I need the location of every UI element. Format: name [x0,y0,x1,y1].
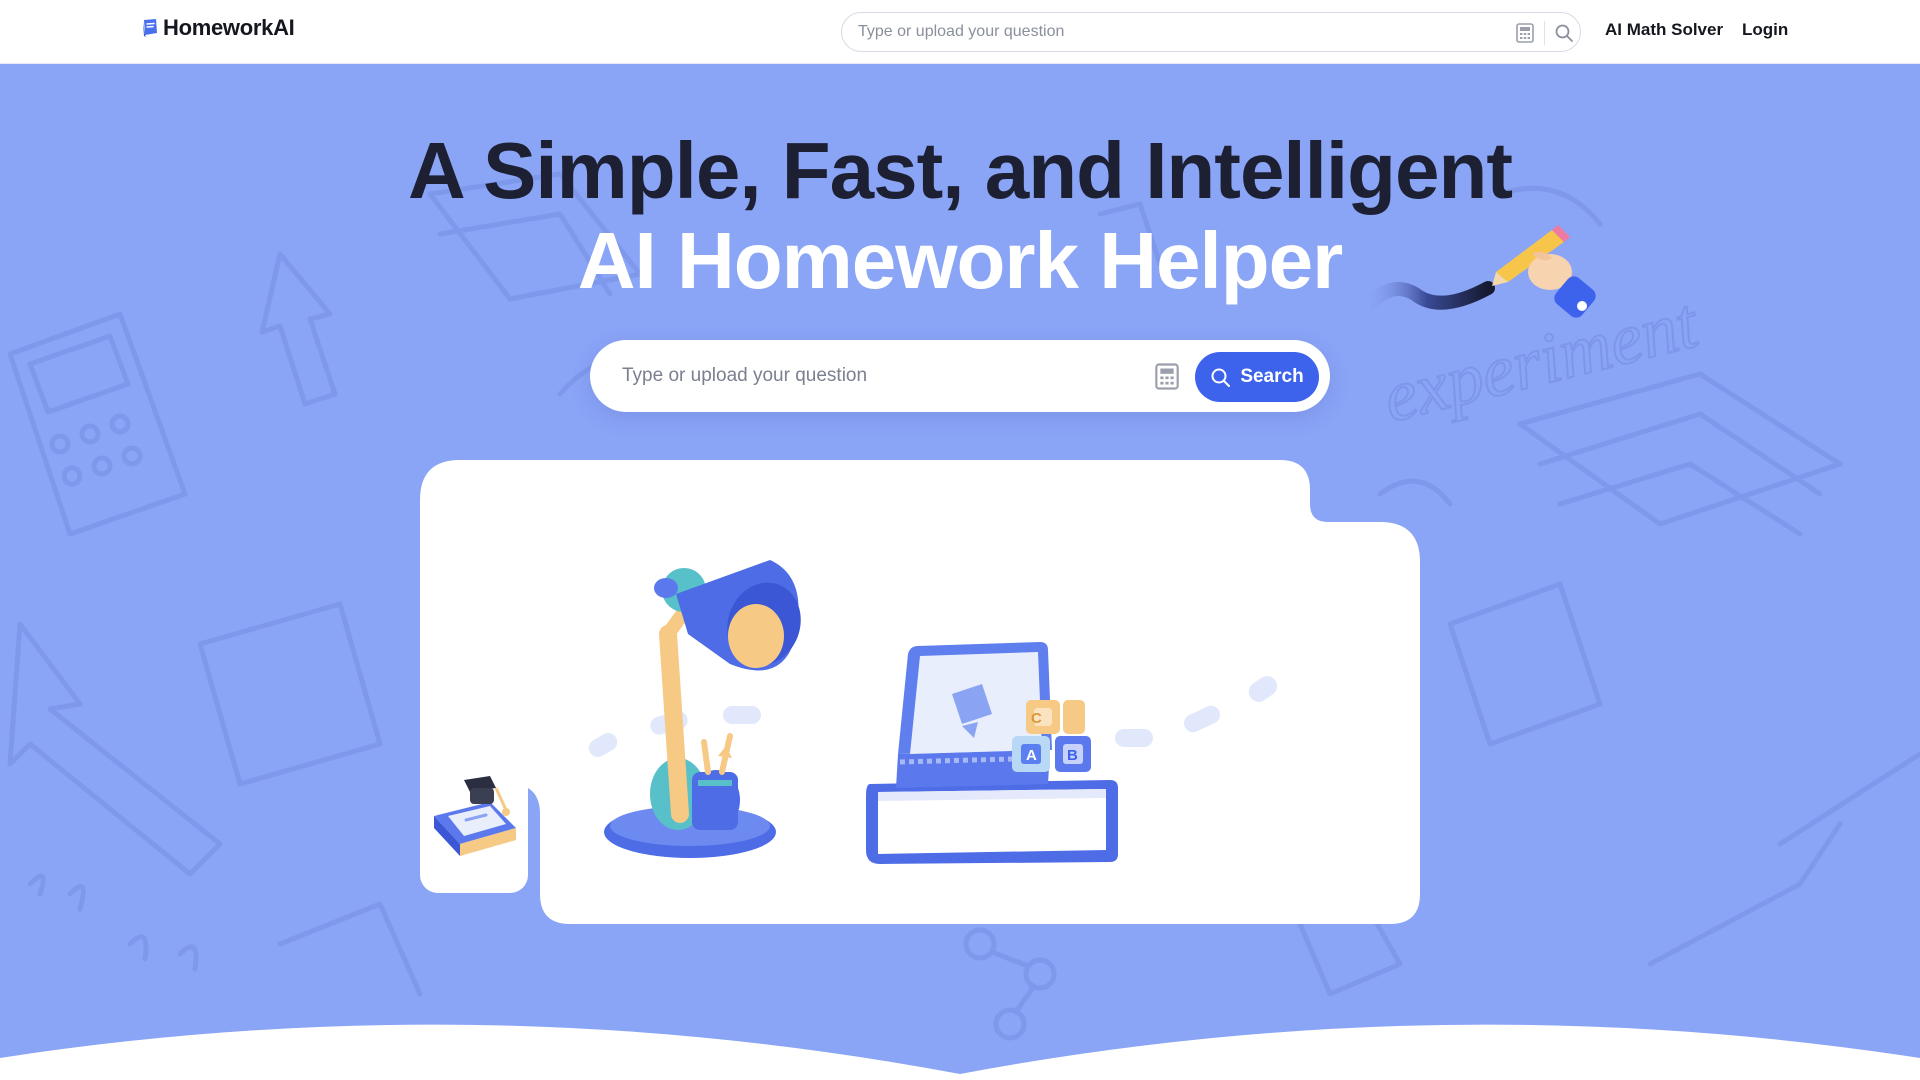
nav-search-bar [841,12,1581,52]
svg-text:C: C [1031,710,1042,727]
logo-text: HomeworkAI [163,15,295,40]
top-nav: HomeworkAI AI Math Solver Login [0,0,1920,64]
svg-text:A: A [1026,747,1037,764]
login-link[interactable]: Login [1742,20,1788,40]
logo[interactable]: HomeworkAI [141,15,295,41]
nav-link-ai-math-solver[interactable]: AI Math Solver [1605,20,1723,40]
book-icon [143,19,157,37]
thumbnail-card[interactable] [420,732,528,893]
graduation-book-icon [434,776,516,856]
bottom-wave [0,1024,1920,1080]
calculator-icon[interactable] [1516,23,1534,43]
search-icon[interactable] [1554,23,1574,43]
study-desk-illustration: C A B [588,560,1278,864]
svg-text:B: B [1067,747,1078,764]
nav-search-input[interactable] [858,13,1518,51]
hero-section: experiment A Simple, Fast, and Intellige… [0,64,1920,1080]
search-divider [1544,21,1545,45]
